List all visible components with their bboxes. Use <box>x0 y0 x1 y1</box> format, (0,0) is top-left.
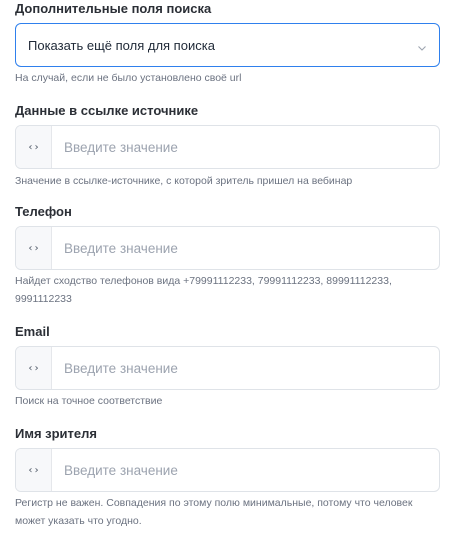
phone-hint: Найдет сходство телефонов вида +79991112… <box>15 275 392 305</box>
viewer-name-hint: Регистр не важен. Совпадения по этому по… <box>15 497 413 527</box>
chevron-down-icon <box>417 40 427 51</box>
code-brackets-icon: ‹› <box>16 227 52 269</box>
source-link-hint: Значение в ссылке-источнике, с которой з… <box>15 175 353 187</box>
source-link-field[interactable]: ‹› <box>15 125 440 169</box>
code-brackets-icon: ‹› <box>16 126 52 168</box>
source-link-title: Данные в ссылке источнике <box>15 103 199 118</box>
extra-search-title: Дополнительные поля поиска <box>15 1 212 16</box>
code-brackets-icon: ‹› <box>16 347 52 389</box>
source-link-input[interactable] <box>52 126 439 168</box>
phone-title: Телефон <box>15 204 72 219</box>
email-field[interactable]: ‹› <box>15 346 440 390</box>
viewer-name-input[interactable] <box>52 449 439 491</box>
select-value: Показать ещё поля для поиска <box>28 37 215 53</box>
email-title: Email <box>15 324 50 339</box>
code-brackets-icon: ‹› <box>16 449 52 491</box>
viewer-name-field[interactable]: ‹› <box>15 448 440 492</box>
viewer-name-title: Имя зрителя <box>15 426 97 441</box>
phone-input[interactable] <box>52 227 439 269</box>
extra-search-hint: На случай, если не было установлено своё… <box>15 72 242 84</box>
email-hint: Поиск на точное соответствие <box>15 395 163 407</box>
phone-field[interactable]: ‹› <box>15 226 440 270</box>
email-input[interactable] <box>52 347 439 389</box>
extra-search-select[interactable]: Показать ещё поля для поиска <box>15 23 440 67</box>
